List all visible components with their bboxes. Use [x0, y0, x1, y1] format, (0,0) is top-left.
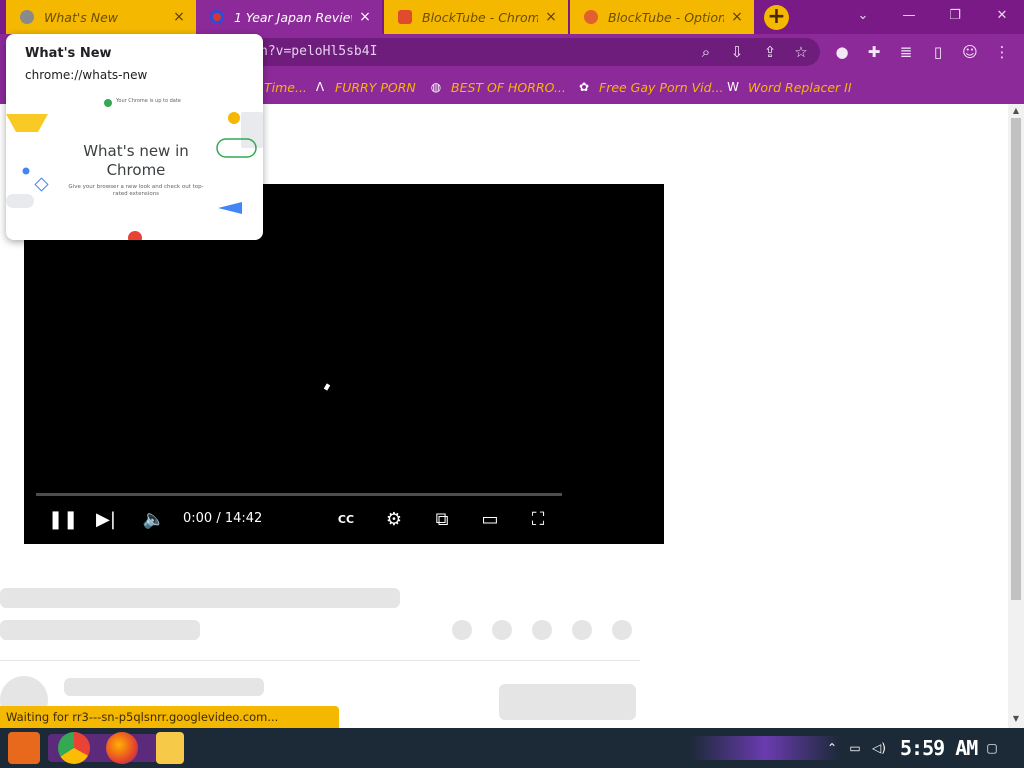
bookmark-label: FURRY PORN — [335, 79, 416, 95]
taskbar-decoration — [690, 736, 840, 760]
action-placeholder — [612, 620, 632, 640]
restore-button[interactable]: ❐ — [945, 6, 965, 26]
tab-whats-new[interactable]: What's New × — [6, 0, 196, 34]
update-status-text: Your Chrome is up to date — [116, 98, 181, 104]
tab-close-button[interactable]: × — [172, 9, 186, 25]
close-window-button[interactable]: ✕ — [992, 6, 1012, 26]
taskbar: ⌃ ▭ ◁) 5:59 AM ▢ — [0, 728, 1024, 768]
network-icon[interactable]: ▭ — [847, 740, 863, 756]
arrow-up-icon: Λ — [315, 80, 325, 94]
bookmark-star-icon[interactable]: ☆ — [791, 42, 811, 62]
divider — [0, 660, 640, 661]
tab-japan-review[interactable]: 1 Year Japan Review ( × — [196, 0, 382, 34]
pause-icon[interactable]: ❚❚ — [48, 508, 78, 532]
share-icon[interactable]: ⇪ — [760, 42, 780, 62]
checkmark-icon — [104, 99, 112, 107]
notifications-icon[interactable]: ▢ — [984, 740, 1000, 756]
bookmark-label: Free Gay Porn Vid... — [599, 79, 724, 95]
chrome-icon[interactable] — [58, 732, 90, 764]
extension-icon: W — [727, 80, 739, 94]
hover-card-url: chrome://whats-new — [25, 68, 148, 82]
profile-extension-icon[interactable]: ● — [832, 42, 852, 62]
settings-gear-icon[interactable]: ⚙ — [382, 508, 406, 532]
bookmark-label: Time... — [264, 79, 307, 95]
bookmark-item[interactable]: Λ FURRY PORN — [313, 78, 416, 96]
bookmark-label: BEST OF HORRO... — [451, 79, 566, 95]
bookmark-item[interactable]: ◍ BEST OF HORRO... — [429, 78, 566, 96]
profile-avatar-icon[interactable]: ☺ — [960, 42, 980, 62]
status-bubble: Waiting for rr3---sn-p5qlsnrr.googlevide… — [0, 706, 339, 728]
miniplayer-icon[interactable]: ⧉ — [430, 508, 454, 532]
scroll-thumb[interactable] — [1011, 118, 1021, 600]
search-icon[interactable]: ⌕ — [696, 42, 716, 62]
extensions-icon[interactable]: ✚ — [864, 42, 884, 62]
tab-title: What's New — [44, 9, 119, 25]
volume-icon[interactable]: 🔈 — [142, 508, 166, 532]
action-placeholder — [572, 620, 592, 640]
file-explorer-icon[interactable] — [156, 732, 184, 764]
tab-search-button[interactable]: ⌄ — [853, 6, 873, 26]
tab-strip: What's New × 1 Year Japan Review ( × Blo… — [0, 0, 1024, 34]
tab-hover-card: What's New chrome://whats-new Your Chrom… — [6, 34, 263, 240]
tab-blocktube-options[interactable]: BlockTube - Options × — [570, 0, 754, 34]
bookmark-item[interactable]: Time... — [264, 78, 307, 96]
web-store-icon — [398, 10, 412, 24]
time-display: 0:00 / 14:42 — [183, 511, 263, 526]
action-placeholder — [452, 620, 472, 640]
tab-close-button[interactable]: × — [358, 9, 372, 25]
firefox-icon[interactable] — [106, 732, 138, 764]
screen: What's New × 1 Year Japan Review ( × Blo… — [0, 0, 1024, 768]
minimize-button[interactable]: — — [899, 6, 919, 26]
fullscreen-icon[interactable]: ⛶ — [526, 508, 550, 532]
tab-title: 1 Year Japan Review ( — [234, 9, 352, 25]
bookmark-label: Word Replacer II — [748, 79, 852, 95]
tab-title: BlockTube - Options — [608, 9, 724, 25]
subscribe-placeholder — [499, 684, 636, 720]
scroll-up-icon[interactable]: ▲ — [1008, 104, 1024, 118]
loading-spinner — [323, 383, 331, 391]
start-button[interactable] — [8, 732, 40, 764]
captions-icon[interactable]: CC — [334, 508, 358, 532]
tab-blocktube-store[interactable]: BlockTube - Chrome W × — [384, 0, 568, 34]
tab-close-button[interactable]: × — [544, 9, 558, 25]
tab-close-button[interactable]: × — [730, 9, 744, 25]
bookmark-item[interactable]: ✿ Free Gay Porn Vid... — [577, 78, 724, 96]
hover-card-heading: What's new in Chrome — [83, 142, 189, 179]
hover-card-description: Give your browser a new look and check o… — [68, 184, 204, 197]
hover-card-title: What's New — [25, 46, 112, 61]
scroll-down-icon[interactable]: ▼ — [1008, 712, 1024, 726]
title-placeholder — [0, 588, 400, 608]
install-app-icon[interactable]: ⇩ — [727, 42, 747, 62]
site-icon: ✿ — [578, 80, 590, 94]
tab-title: BlockTube - Chrome W — [422, 9, 538, 25]
system-clock[interactable]: 5:59 AM — [900, 736, 978, 760]
globe-icon: ◍ — [430, 80, 442, 94]
channel-name-placeholder — [64, 678, 264, 696]
theater-mode-icon[interactable]: ▭ — [478, 508, 502, 532]
progress-bar[interactable] — [36, 493, 562, 496]
tray-overflow-icon[interactable]: ⌃ — [824, 740, 840, 756]
action-placeholder — [492, 620, 512, 640]
chrome-icon — [20, 10, 34, 24]
new-tab-button[interactable]: + — [764, 5, 789, 30]
action-placeholder — [532, 620, 552, 640]
side-panel-icon[interactable]: ▯ — [928, 42, 948, 62]
menu-icon[interactable]: ⋮ — [992, 42, 1012, 62]
next-icon[interactable]: ▶| — [94, 508, 118, 532]
media-icon[interactable]: ≣ — [896, 42, 916, 62]
youtube-icon — [210, 10, 224, 24]
bookmark-item[interactable]: W Word Replacer II — [726, 78, 852, 96]
blocktube-icon — [584, 10, 598, 24]
volume-tray-icon[interactable]: ◁) — [871, 740, 887, 756]
meta-placeholder — [0, 620, 200, 640]
page-scrollbar[interactable]: ▲ ▼ — [1008, 104, 1024, 728]
